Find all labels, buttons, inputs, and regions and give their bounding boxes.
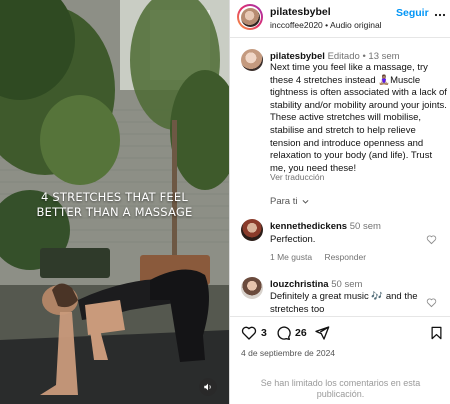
share-icon	[315, 326, 330, 340]
comment-like-icon[interactable]	[426, 297, 437, 308]
author-avatar[interactable]	[237, 4, 263, 30]
comment-meta: 1 Me gusta Responder	[270, 252, 366, 262]
comment-text: Perfection.	[270, 234, 316, 245]
comment-count[interactable]: 26	[295, 327, 307, 339]
caption-header: pilatesbybel Editado • 13 sem	[270, 51, 400, 62]
save-action[interactable]	[429, 325, 444, 341]
caption-dot: •	[362, 51, 366, 62]
caption-username[interactable]: pilatesbybel	[270, 51, 325, 62]
comment-filter-label: Para ti	[270, 196, 298, 207]
follow-button[interactable]: Seguir	[396, 7, 429, 19]
comment-text: Definitely a great music 🎶 and the stret…	[270, 291, 418, 315]
chevron-down-icon	[303, 200, 309, 204]
collaborator-username[interactable]: inccoffee2020	[270, 20, 323, 30]
share-action[interactable]	[314, 325, 330, 341]
video-player[interactable]: 4 STRETCHES THAT FEEL BETTER THAN A MASS…	[0, 0, 229, 404]
caption-time[interactable]: 13 sem	[368, 51, 399, 62]
reply-button[interactable]: Responder	[324, 252, 366, 262]
commenter-username[interactable]: kennethedickens	[270, 221, 347, 232]
speaker-icon	[204, 383, 211, 391]
bookmark-icon	[431, 326, 442, 340]
post-date[interactable]: 4 de septiembre de 2024	[241, 348, 335, 358]
comments-limited-text: Se han limitado los comentarios en esta …	[260, 378, 421, 399]
comment-filter[interactable]: Para ti	[270, 196, 310, 207]
comment-header: louzchristina 50 sem	[270, 279, 362, 290]
video-text-overlay: 4 STRETCHES THAT FEEL BETTER THAN A MASS…	[0, 190, 229, 220]
audio-link[interactable]: Audio original	[330, 20, 382, 30]
caption-avatar[interactable]	[241, 49, 263, 71]
heart-icon	[241, 326, 257, 340]
like-action[interactable]: 3	[241, 325, 267, 341]
translate-link[interactable]: Ver traducción	[270, 172, 324, 182]
author-username[interactable]: pilatesbybel	[270, 6, 331, 18]
comment-likes[interactable]: 1 Me gusta	[270, 252, 312, 262]
comments-limited-notice: Se han limitado los comentarios en esta …	[230, 376, 450, 404]
mute-button[interactable]	[199, 378, 217, 396]
header-subline: inccoffee2020 • Audio original	[270, 20, 382, 30]
comment-time[interactable]: 50 sem	[350, 221, 381, 232]
edited-label: Editado	[327, 51, 360, 62]
commenter-username[interactable]: louzchristina	[270, 279, 329, 290]
comment-like-icon[interactable]	[426, 234, 437, 245]
comment-header: kennethedickens 50 sem	[270, 221, 381, 232]
comment-time[interactable]: 50 sem	[331, 279, 362, 290]
caption-text: Next time you feel like a massage, try t…	[270, 62, 447, 174]
more-horizontal-icon[interactable]	[434, 9, 446, 21]
overlay-line-1: 4 STRETCHES THAT FEEL	[41, 190, 188, 204]
like-count[interactable]: 3	[261, 327, 267, 339]
commenter-avatar[interactable]	[241, 277, 263, 299]
comment-icon	[277, 326, 291, 340]
post-sidebar: pilatesbybel inccoffee2020 • Audio origi…	[229, 0, 450, 404]
overlay-line-2: BETTER THAN A MASSAGE	[36, 205, 193, 219]
post-header: pilatesbybel inccoffee2020 • Audio origi…	[230, 0, 450, 38]
comment-action[interactable]: 26	[275, 325, 307, 341]
commenter-avatar[interactable]	[241, 219, 263, 241]
separator-dot: •	[325, 20, 329, 30]
post-actions: 3 26 4 de septiembre de 2024	[230, 316, 450, 376]
